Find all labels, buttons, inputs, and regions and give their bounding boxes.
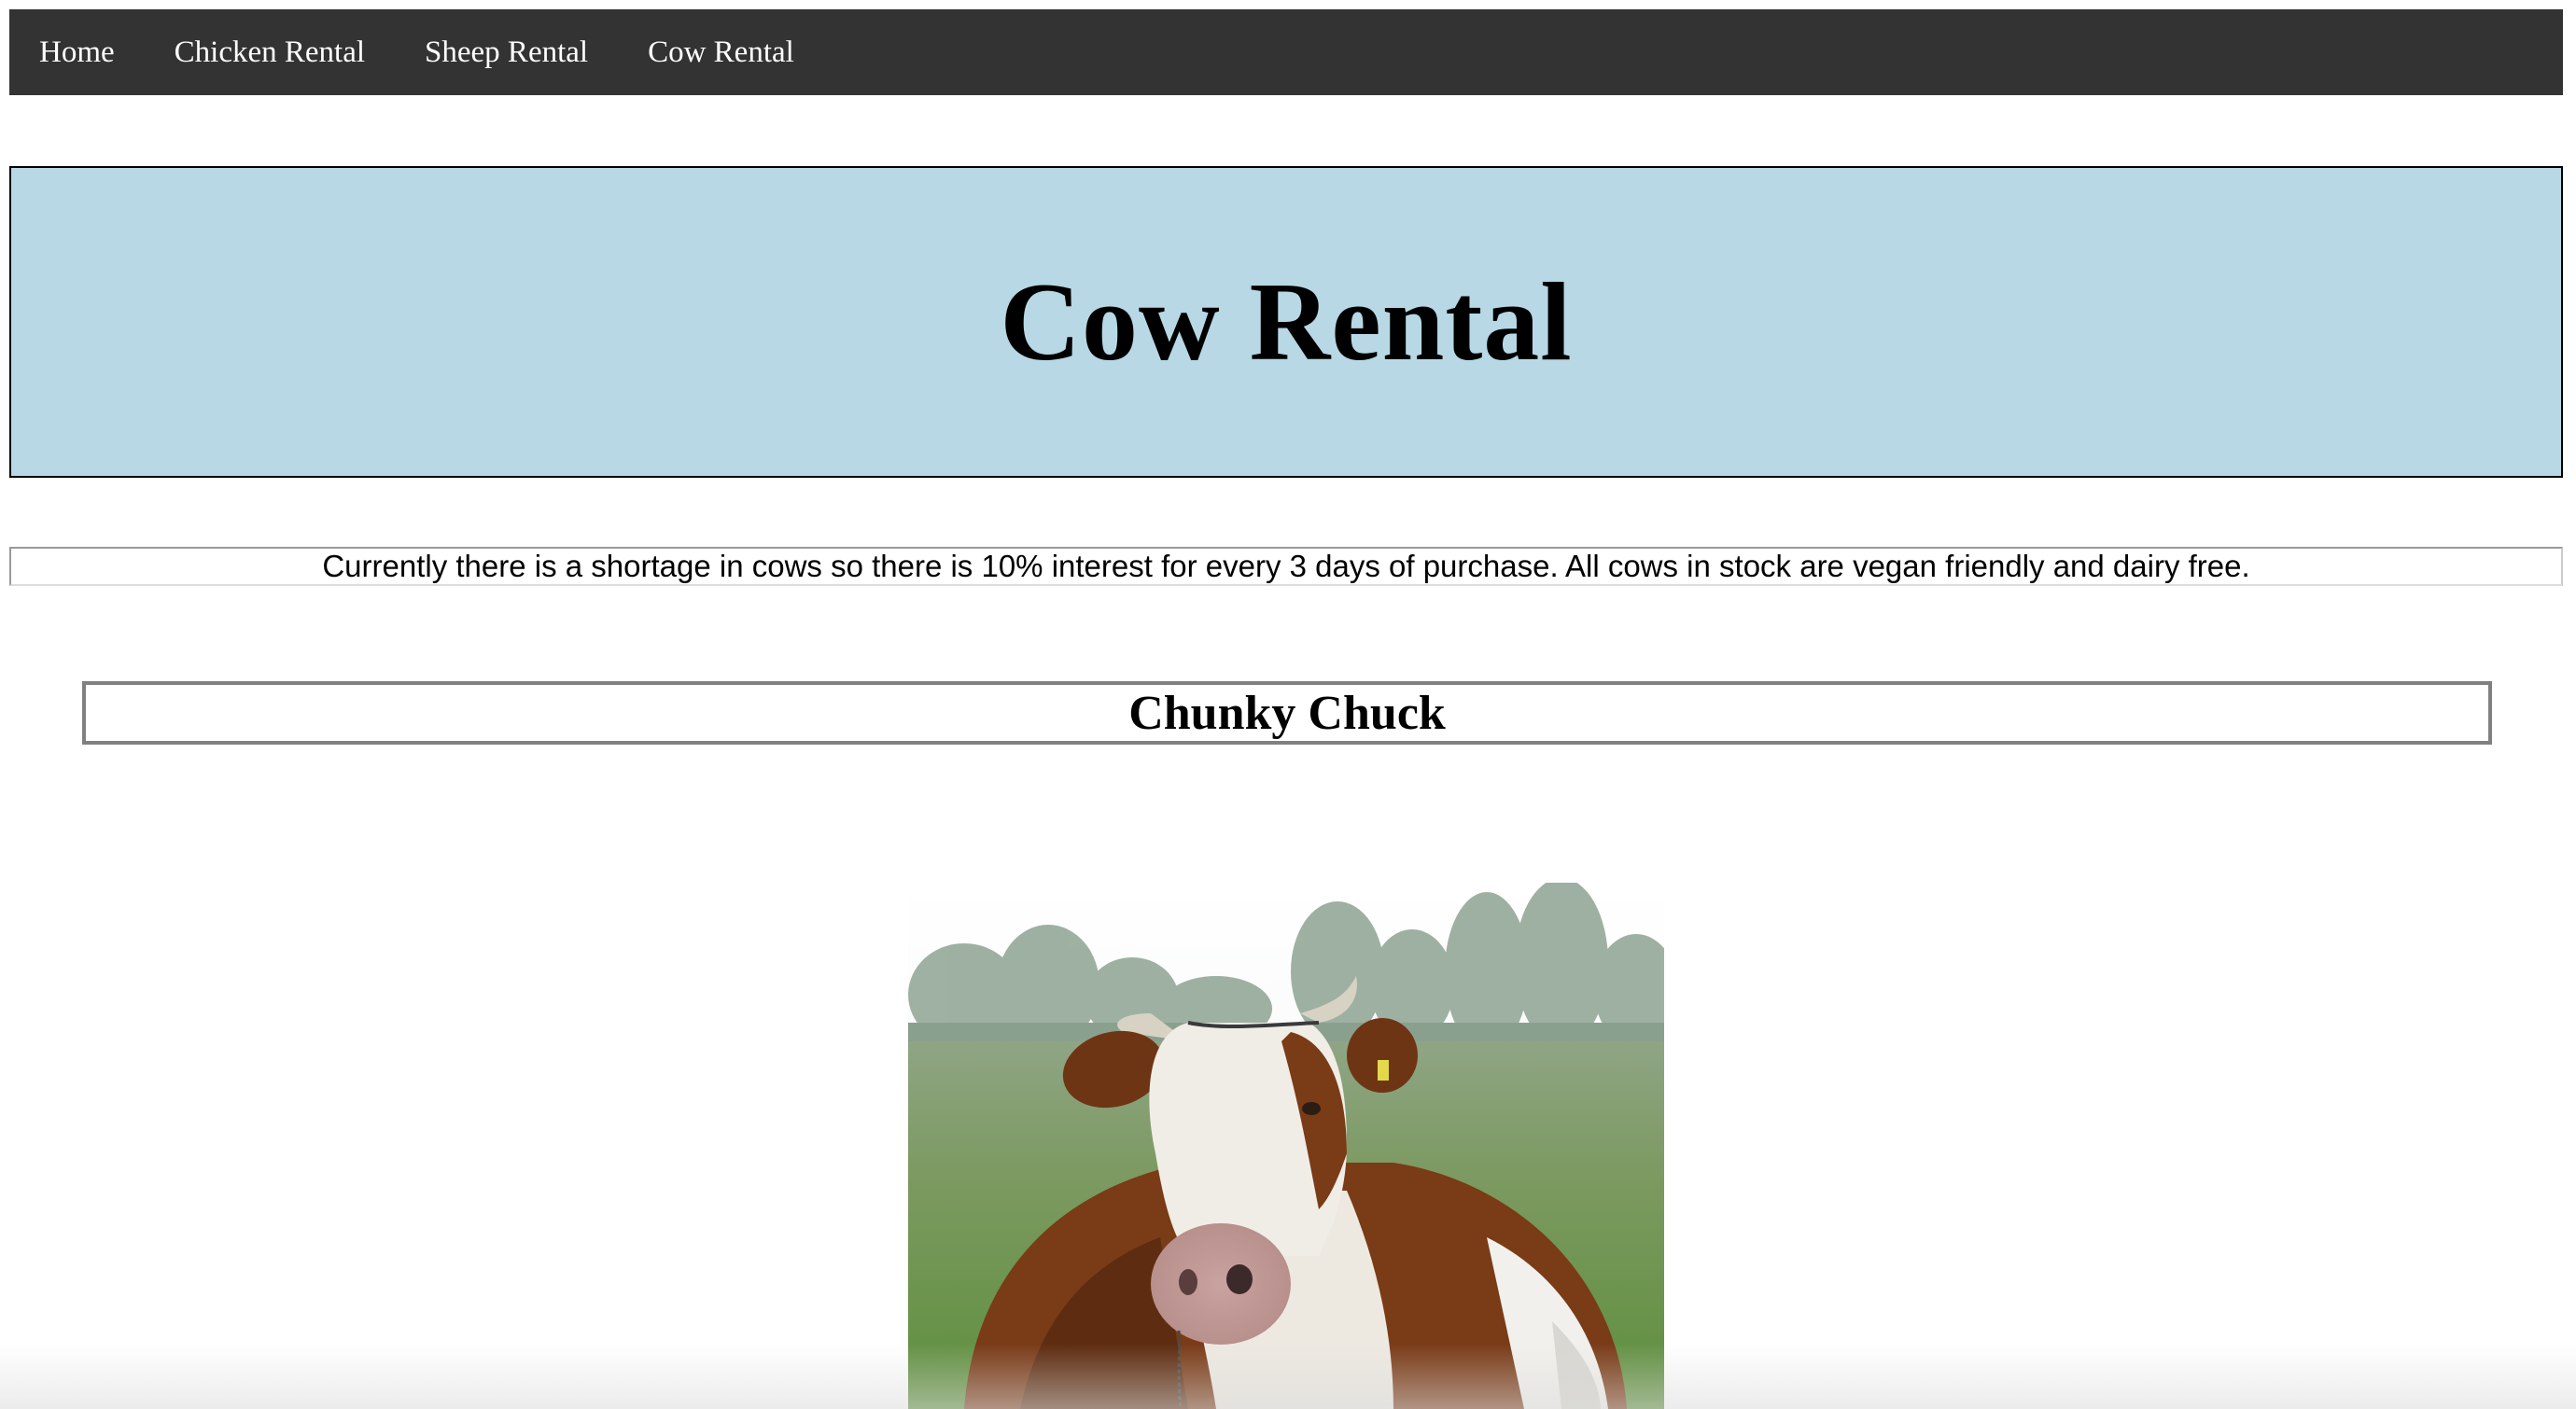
- cow-name-heading: Chunky Chuck: [1128, 686, 1446, 740]
- nav-chicken-rental-link[interactable]: Chicken Rental: [145, 9, 395, 95]
- cow-name-box: Chunky Chuck: [82, 681, 2492, 745]
- nav-cow-rental-link[interactable]: Cow Rental: [618, 9, 824, 95]
- shortage-notice: Currently there is a shortage in cows so…: [9, 547, 2563, 586]
- top-navigation: Home Chicken Rental Sheep Rental Cow Ren…: [9, 9, 2563, 95]
- page: Home Chicken Rental Sheep Rental Cow Ren…: [0, 0, 2576, 1409]
- notice-text: Currently there is a shortage in cows so…: [322, 549, 2250, 583]
- cow-photo: [908, 883, 1664, 1409]
- nav-sheep-rental-link[interactable]: Sheep Rental: [395, 9, 618, 95]
- cow-image: [908, 883, 1664, 1409]
- nav-home-link[interactable]: Home: [9, 9, 145, 95]
- page-banner: Cow Rental: [9, 166, 2563, 478]
- page-title: Cow Rental: [1000, 259, 1573, 384]
